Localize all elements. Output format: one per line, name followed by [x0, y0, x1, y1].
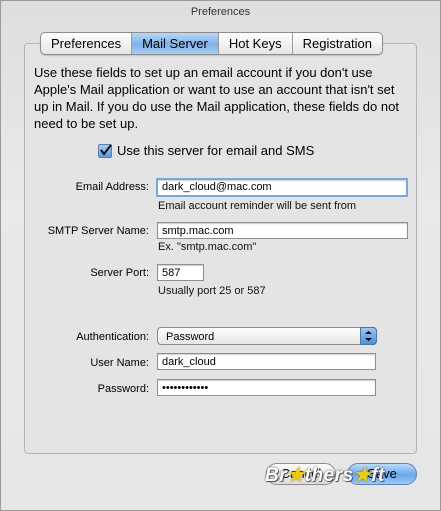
smtp-server-field[interactable]: smtp.mac.com: [157, 222, 408, 239]
use-server-label: Use this server for email and SMS: [117, 143, 315, 158]
authentication-select[interactable]: Password: [157, 327, 377, 345]
star-icon-2: ★: [353, 465, 372, 486]
star-icon: ★: [287, 465, 305, 486]
watermark-part-a: Br: [265, 465, 288, 486]
password-label: Password:: [97, 383, 149, 395]
authentication-value: Password: [166, 331, 215, 343]
password-field[interactable]: ••••••••••••: [157, 379, 376, 396]
updown-chevron-icon: [365, 331, 372, 341]
preferences-window: Preferences Preferences Mail Server Hot …: [0, 0, 441, 511]
use-server-checkbox[interactable]: [98, 143, 112, 158]
smtp-label: SMTP Server Name:: [47, 225, 149, 237]
tab-preferences[interactable]: Preferences: [41, 33, 133, 54]
watermark-part-b: thers: [304, 465, 354, 486]
intro-text: Use these fields to set up an email acco…: [34, 65, 399, 131]
user-name-field[interactable]: dark_cloud: [157, 353, 376, 370]
auth-label: Authentication:: [76, 331, 149, 343]
tab-mail-server[interactable]: Mail Server: [132, 33, 219, 54]
smtp-hint: Ex. "smtp.mac.com": [158, 241, 257, 253]
port-label: Server Port:: [90, 267, 149, 279]
watermark-part-c: ft: [371, 465, 385, 486]
window-title: Preferences: [190, 6, 251, 18]
user-name-label: User Name:: [90, 357, 149, 369]
use-server-row[interactable]: Use this server for email and SMS: [98, 143, 314, 158]
port-hint: Usually port 25 or 587: [158, 285, 266, 297]
tab-registration[interactable]: Registration: [293, 33, 382, 54]
server-port-field[interactable]: 587: [157, 264, 204, 281]
email-field[interactable]: dark_cloud@mac.com: [156, 178, 408, 197]
tab-hot-keys[interactable]: Hot Keys: [219, 33, 293, 54]
brothersoft-watermark: Br★thers★ft: [265, 464, 385, 487]
select-arrows-icon: [360, 327, 377, 345]
checkmark-icon: [100, 143, 112, 156]
tab-bar: Preferences Mail Server Hot Keys Registr…: [40, 32, 383, 55]
email-label: Email Address:: [75, 181, 149, 193]
email-hint: Email account reminder will be sent from: [158, 200, 357, 212]
